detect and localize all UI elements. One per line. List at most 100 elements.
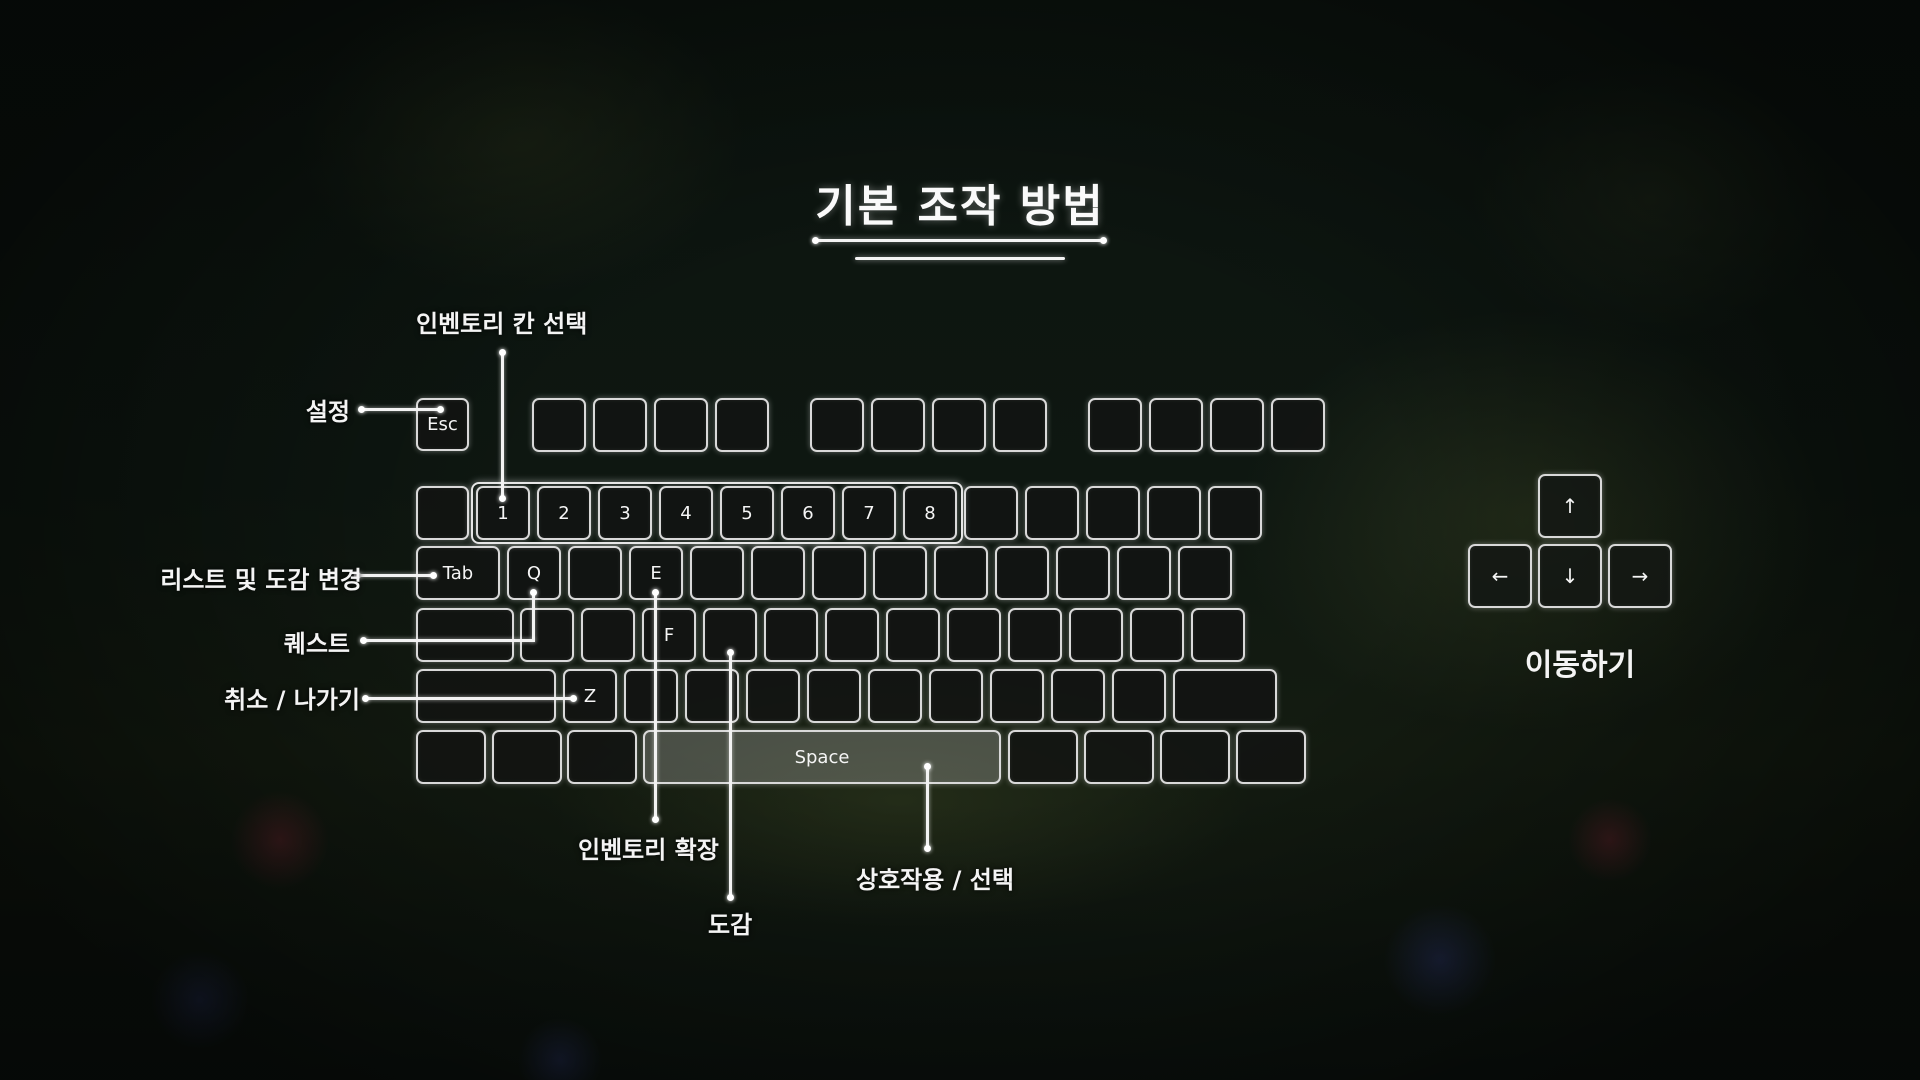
top-row-key-4[interactable] [690,546,744,600]
f-key[interactable]: F [642,608,696,662]
arrow-down-key[interactable]: ↓ [1538,544,1602,608]
number-row-key-13[interactable] [1208,486,1262,540]
right-alt-key[interactable] [1008,730,1078,784]
page-title: 기본 조작 방법 [815,181,1105,232]
quest-connector-dot-key [530,589,537,596]
home-row-key-12[interactable] [1191,608,1245,662]
right-menu-key[interactable] [1160,730,1230,784]
arrow-up-icon: ↑ [1561,494,1579,518]
bottom-row-key-8[interactable] [990,669,1044,723]
function-key-5[interactable] [810,398,864,452]
top-row-key-9[interactable] [995,546,1049,600]
function-key-2[interactable] [593,398,647,452]
left-shift-key[interactable] [416,669,556,723]
backtick-key[interactable] [416,486,469,540]
function-key-1[interactable] [532,398,586,452]
right-cmd-key[interactable] [1084,730,1154,784]
inventory-slot-connector-dot-bottom [499,495,506,502]
home-row-key-5[interactable] [764,608,818,662]
function-key-4[interactable] [715,398,769,452]
space-key-label: Space [794,746,850,768]
space-connector-dot-top [924,763,931,770]
f-connector-dot-bottom [727,894,734,901]
title-underline-bottom [855,257,1065,260]
function-key-10[interactable] [1149,398,1203,452]
caps-lock-key[interactable] [416,608,514,662]
function-key-9[interactable] [1088,398,1142,452]
esc-connector-dot-end [437,406,444,413]
top-row-key-2[interactable] [568,546,622,600]
arrow-left-key[interactable]: ← [1468,544,1532,608]
bottom-row-key-7[interactable] [929,669,983,723]
home-row-key-6[interactable] [825,608,879,662]
f-key-label: F [663,624,675,646]
e-key-label: E [650,562,662,584]
home-row-key-1[interactable] [520,608,574,662]
top-row-key-7[interactable] [873,546,927,600]
top-row-key-8[interactable] [934,546,988,600]
function-key-12[interactable] [1271,398,1325,452]
quest-label: 퀘스트 [283,630,350,658]
f-connector-line [729,652,732,898]
home-row-key-8[interactable] [947,608,1001,662]
function-key-6[interactable] [871,398,925,452]
inventory-slot-select-label: 인벤토리 칸 선택 [416,310,588,338]
function-key-8[interactable] [993,398,1047,452]
arrow-right-key[interactable]: → [1608,544,1672,608]
tab-key[interactable]: Tab [416,546,500,600]
bottom-row-key-10[interactable] [1112,669,1166,723]
top-row-key-12[interactable] [1178,546,1232,600]
function-key-7[interactable] [932,398,986,452]
esc-connector-line [362,408,442,411]
title-underline-right-dot [1100,237,1107,244]
left-cmd-key[interactable] [567,730,637,784]
bottom-row-key-5[interactable] [807,669,861,723]
arrow-right-icon: → [1631,564,1649,588]
z-connector-dot-end [570,695,577,702]
e-connector-dot-top [652,589,659,596]
bottom-row-key-4[interactable] [746,669,800,723]
home-row-key-10[interactable] [1069,608,1123,662]
space-connector-dot-bottom [924,845,931,852]
esc-connector-dot-start [358,406,365,413]
home-row-key-7[interactable] [886,608,940,662]
left-alt-key[interactable] [492,730,562,784]
title-underline-top [815,239,1105,242]
space-key[interactable]: Space [643,730,1001,784]
number-row-key-9[interactable] [964,486,1018,540]
title-underline-left-dot [812,237,819,244]
bottom-row-key-9[interactable] [1051,669,1105,723]
top-row-key-5[interactable] [751,546,805,600]
top-row-key-6[interactable] [812,546,866,600]
interact-select-label: 상호작용 / 선택 [856,866,1014,894]
quest-connector-vertical [532,592,535,642]
inventory-expand-label: 인벤토리 확장 [578,836,719,864]
tab-key-label: Tab [442,562,474,584]
inventory-slot-connector-line [501,352,504,498]
function-key-3[interactable] [654,398,708,452]
top-row-key-11[interactable] [1117,546,1171,600]
settings-label: 설정 [305,398,350,426]
z-connector-line [366,697,575,700]
number-row-key-11[interactable] [1086,486,1140,540]
function-key-11[interactable] [1210,398,1264,452]
arrow-up-key[interactable]: ↑ [1538,474,1602,538]
right-ctrl-key[interactable] [1236,730,1306,784]
inventory-slot-connector-dot-top [499,349,506,356]
home-row-key-2[interactable] [581,608,635,662]
top-row-key-10[interactable] [1056,546,1110,600]
right-shift-key[interactable] [1173,669,1277,723]
home-row-key-11[interactable] [1130,608,1184,662]
f-connector-dot-top [727,649,734,656]
space-connector-line [926,766,929,848]
bottom-row-key-2[interactable] [624,669,678,723]
list-codex-switch-label: 리스트 및 도감 변경 [160,566,362,594]
home-row-key-9[interactable] [1008,608,1062,662]
quest-connector-horizontal [364,639,535,642]
bottom-row-key-6[interactable] [868,669,922,723]
left-ctrl-key[interactable] [416,730,486,784]
tab-connector-line [358,574,434,577]
number-row-key-12[interactable] [1147,486,1201,540]
z-key-label: Z [583,685,597,707]
number-row-key-10[interactable] [1025,486,1079,540]
